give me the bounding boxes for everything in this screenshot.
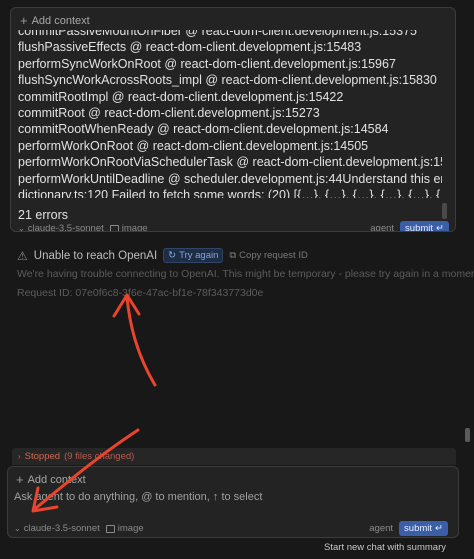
log-line: flushSyncWorkAcrossRoots_impl @ react-do…: [18, 73, 437, 88]
log-line: commitRootImpl @ react-dom-client.develo…: [18, 89, 344, 104]
error-log-lines: commitPassiveMountOnFiber @ react-dom-cl…: [18, 30, 442, 198]
image-label: image: [117, 523, 144, 534]
error-count: 21 errors: [18, 208, 69, 222]
try-again-label: Try again: [179, 250, 219, 261]
model-label: claude-3.5-sonnet: [27, 223, 104, 232]
submit-label: submit: [405, 223, 434, 232]
chat-input[interactable]: Ask agent to do anything, @ to mention, …: [14, 491, 262, 503]
plus-icon: +: [16, 472, 24, 487]
model-label: claude-3.5-sonnet: [23, 523, 100, 534]
copy-request-id-button[interactable]: ⧉ Copy request ID: [229, 250, 307, 261]
new-chat-with-summary-link[interactable]: Start new chat with summary: [324, 542, 446, 553]
model-selector[interactable]: ⌄ claude-3.5-sonnet: [18, 223, 104, 232]
log-line: performWorkOnRootViaSchedulerTask @ reac…: [18, 155, 442, 170]
enter-icon: ↵: [436, 223, 444, 232]
submit-button[interactable]: submit ↵: [400, 221, 449, 232]
bottom-composer: + Add context Ask agent to do anything, …: [7, 466, 459, 538]
submit-button[interactable]: submit ↵: [399, 521, 448, 536]
submit-label: submit: [404, 523, 433, 534]
chat-scrollbar[interactable]: [465, 428, 470, 442]
log-line: commitRoot @ react-dom-client.developmen…: [18, 106, 320, 121]
add-context-label: Add context: [31, 14, 90, 27]
add-context-button[interactable]: + Add context: [16, 473, 86, 486]
enter-icon: ↵: [435, 523, 443, 534]
add-context-button[interactable]: + Add context: [20, 14, 90, 27]
copy-icon: ⧉: [229, 250, 237, 261]
log-line: flushPassiveEffects @ react-dom-client.d…: [18, 40, 362, 55]
log-scrollbar[interactable]: [442, 203, 447, 219]
files-changed: (9 files changed): [64, 451, 135, 462]
model-selector[interactable]: ⌄ claude-3.5-sonnet: [14, 523, 100, 534]
image-label: image: [121, 223, 148, 232]
error-header: ⚠ Unable to reach OpenAI ↻ Try again ⧉ C…: [17, 248, 308, 263]
composer-meta-left: ⌄ claude-3.5-sonnet image: [14, 523, 144, 534]
image-icon: [109, 224, 119, 231]
log-line: performWorkUntilDeadline @ scheduler.dev…: [18, 171, 442, 186]
error-title: Unable to reach OpenAI: [33, 249, 158, 262]
try-again-button[interactable]: ↻ Try again: [163, 248, 224, 263]
plus-icon: +: [20, 13, 28, 28]
stopped-bar[interactable]: › Stopped (9 files changed): [12, 448, 456, 465]
request-id: Request ID: 07e0f6c8-3f6e-47ac-bf1e-78f3…: [17, 287, 264, 299]
composer-meta-right: agent submit ↵: [369, 521, 448, 536]
log-line: commitRootWhenReady @ react-dom-client.d…: [18, 122, 389, 137]
top-composer: + Add context commitPassiveMountOnFiber …: [10, 7, 456, 232]
chevron-right-icon: ›: [18, 452, 21, 461]
refresh-icon: ↻: [168, 250, 177, 261]
composer-meta-right: agent submit ↵: [370, 221, 449, 232]
log-line: commitPassiveMountOnFiber @ react-dom-cl…: [18, 30, 417, 38]
warning-icon: ⚠: [17, 248, 28, 263]
chevron-down-icon: ⌄: [14, 524, 21, 533]
log-line: performWorkOnRoot @ react-dom-client.dev…: [18, 138, 369, 153]
image-attach-button[interactable]: image: [105, 523, 144, 534]
mode-selector[interactable]: agent: [370, 223, 394, 231]
error-message: We're having trouble connecting to OpenA…: [17, 268, 474, 280]
composer-meta-left: ⌄ claude-3.5-sonnet image: [18, 223, 148, 232]
error-log-area[interactable]: commitPassiveMountOnFiber @ react-dom-cl…: [18, 30, 442, 198]
mode-selector[interactable]: agent: [369, 523, 393, 534]
add-context-label: Add context: [27, 473, 86, 486]
copy-request-id-label: Copy request ID: [239, 250, 308, 261]
chevron-down-icon: ⌄: [18, 224, 25, 232]
image-icon: [105, 524, 115, 533]
stopped-label: Stopped: [24, 451, 61, 462]
annotation-arrow-upper: [125, 295, 157, 387]
image-attach-button[interactable]: image: [109, 223, 148, 232]
log-line: performSyncWorkOnRoot @ react-dom-client…: [18, 56, 396, 71]
log-line: dictionary.ts:120 Failed to fetch some w…: [18, 188, 442, 198]
